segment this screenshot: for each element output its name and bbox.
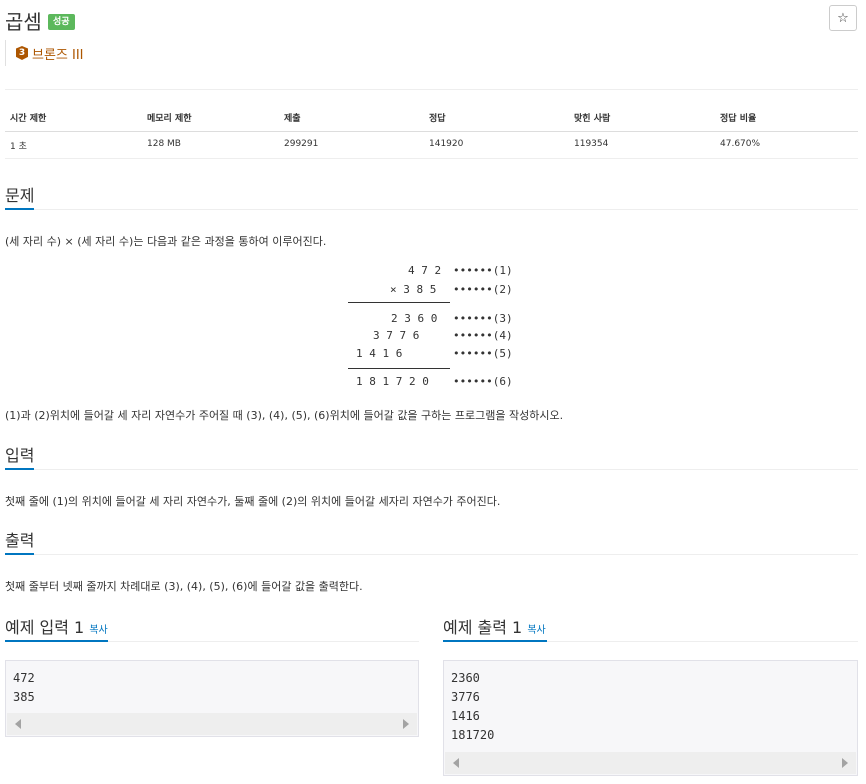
sample-output-title: 예제 출력 1 복사 xyxy=(443,614,546,638)
value-solvers: 119354 xyxy=(574,139,609,149)
sample-output-scrollbar[interactable] xyxy=(445,752,856,774)
sample-output-line-1: 2360 xyxy=(451,671,480,685)
sample-output-line-2: 3776 xyxy=(451,690,480,704)
header-ratio: 정답 비율 xyxy=(720,114,757,124)
table-header-divider xyxy=(5,131,858,132)
output-section-divider xyxy=(5,554,858,555)
header-memory-limit: 메모리 제한 xyxy=(147,114,192,124)
figure-row-3-label: ••••••(3) xyxy=(453,312,513,325)
scroll-right-icon[interactable] xyxy=(842,758,848,768)
scroll-right-icon[interactable] xyxy=(403,719,409,729)
figure-row-3-digits: 2 3 6 0 xyxy=(391,312,438,325)
sample-input-scrollbar[interactable] xyxy=(7,713,417,735)
scroll-left-icon[interactable] xyxy=(453,758,459,768)
sample-input-title: 예제 입력 1 복사 xyxy=(5,614,108,638)
problem-section-divider xyxy=(5,209,858,210)
figure-row-4-digits: 3 7 7 6 xyxy=(373,329,420,342)
header-time-limit: 시간 제한 xyxy=(10,114,47,124)
input-description: 첫째 줄에 (1)의 위치에 들어갈 세 자리 자연수가, 둘째 줄에 (2)의… xyxy=(5,495,501,508)
figure-rule-2 xyxy=(348,368,450,369)
value-time-limit: 1 초 xyxy=(10,142,27,152)
value-ratio: 47.670% xyxy=(720,139,761,149)
output-section-title: 출력 xyxy=(5,531,35,550)
output-description: 첫째 줄부터 넷째 줄까지 차례대로 (3), (4), (5), (6)에 들… xyxy=(5,580,363,593)
problem-description-2: (1)과 (2)위치에 들어갈 세 자리 자연수가 주어질 때 (3), (4)… xyxy=(5,409,564,422)
figure-rule-1 xyxy=(348,302,450,303)
input-section-title: 입력 xyxy=(5,446,35,465)
sample-input-line-1: 472 xyxy=(13,671,35,685)
problem-section-title: 문제 xyxy=(5,186,35,205)
value-accepted: 141920 xyxy=(429,139,464,149)
figure-row-6-label: ••••••(6) xyxy=(453,375,513,388)
star-button[interactable]: ☆ xyxy=(829,5,857,31)
header-accepted: 정답 xyxy=(429,114,446,124)
scroll-left-icon[interactable] xyxy=(15,719,21,729)
problem-description: (세 자리 수) × (세 자리 수)는 다음과 같은 과정을 통하여 이루어진… xyxy=(5,235,327,248)
problem-section-underline xyxy=(5,208,34,210)
status-badge: 성공 xyxy=(48,14,75,30)
figure-row-6-digits: 1 8 1 7 2 0 xyxy=(356,375,429,388)
copy-sample-output-button[interactable]: 복사 xyxy=(527,625,545,636)
sample-input-line-2: 385 xyxy=(13,690,35,704)
figure-row-2-label: ••••••(2) xyxy=(453,283,513,296)
sample-output-box[interactable]: 2360 3776 1416 181720 xyxy=(443,660,858,776)
bronze-tier-icon: 3 xyxy=(16,46,28,60)
value-memory-limit: 128 MB xyxy=(147,139,181,149)
sample-input-underline xyxy=(5,640,108,642)
sample-output-title-text: 예제 출력 1 xyxy=(443,618,523,637)
figure-row-5-label: ••••••(5) xyxy=(453,347,513,360)
input-section-divider xyxy=(5,469,858,470)
header-submissions: 제출 xyxy=(284,114,301,124)
sample-input-title-text: 예제 입력 1 xyxy=(5,618,85,637)
figure-row-4-label: ••••••(4) xyxy=(453,329,513,342)
star-icon: ☆ xyxy=(837,11,849,26)
figure-row-5-digits: 1 4 1 6 xyxy=(356,347,403,360)
copy-sample-input-button[interactable]: 복사 xyxy=(89,625,107,636)
figure-row-2-digits: × 3 8 5 xyxy=(390,283,437,296)
value-submissions: 299291 xyxy=(284,139,319,149)
tier-link[interactable]: 3 브론즈 III xyxy=(5,40,84,66)
table-bottom-border xyxy=(5,158,858,159)
sample-output-underline xyxy=(443,640,547,642)
problem-title: 곱셈 xyxy=(5,10,42,34)
header-solvers: 맞힌 사람 xyxy=(574,114,611,124)
figure-row-1-label: ••••••(1) xyxy=(453,264,513,277)
output-section-underline xyxy=(5,553,34,555)
table-top-border xyxy=(5,89,858,90)
sample-output-line-3: 1416 xyxy=(451,709,480,723)
figure-row-1-digits: 4 7 2 xyxy=(408,264,442,277)
tier-label: 브론즈 III xyxy=(32,47,84,63)
sample-input-box[interactable]: 472 385 xyxy=(5,660,419,737)
input-section-underline xyxy=(5,468,34,470)
sample-output-line-4: 181720 xyxy=(451,728,495,742)
